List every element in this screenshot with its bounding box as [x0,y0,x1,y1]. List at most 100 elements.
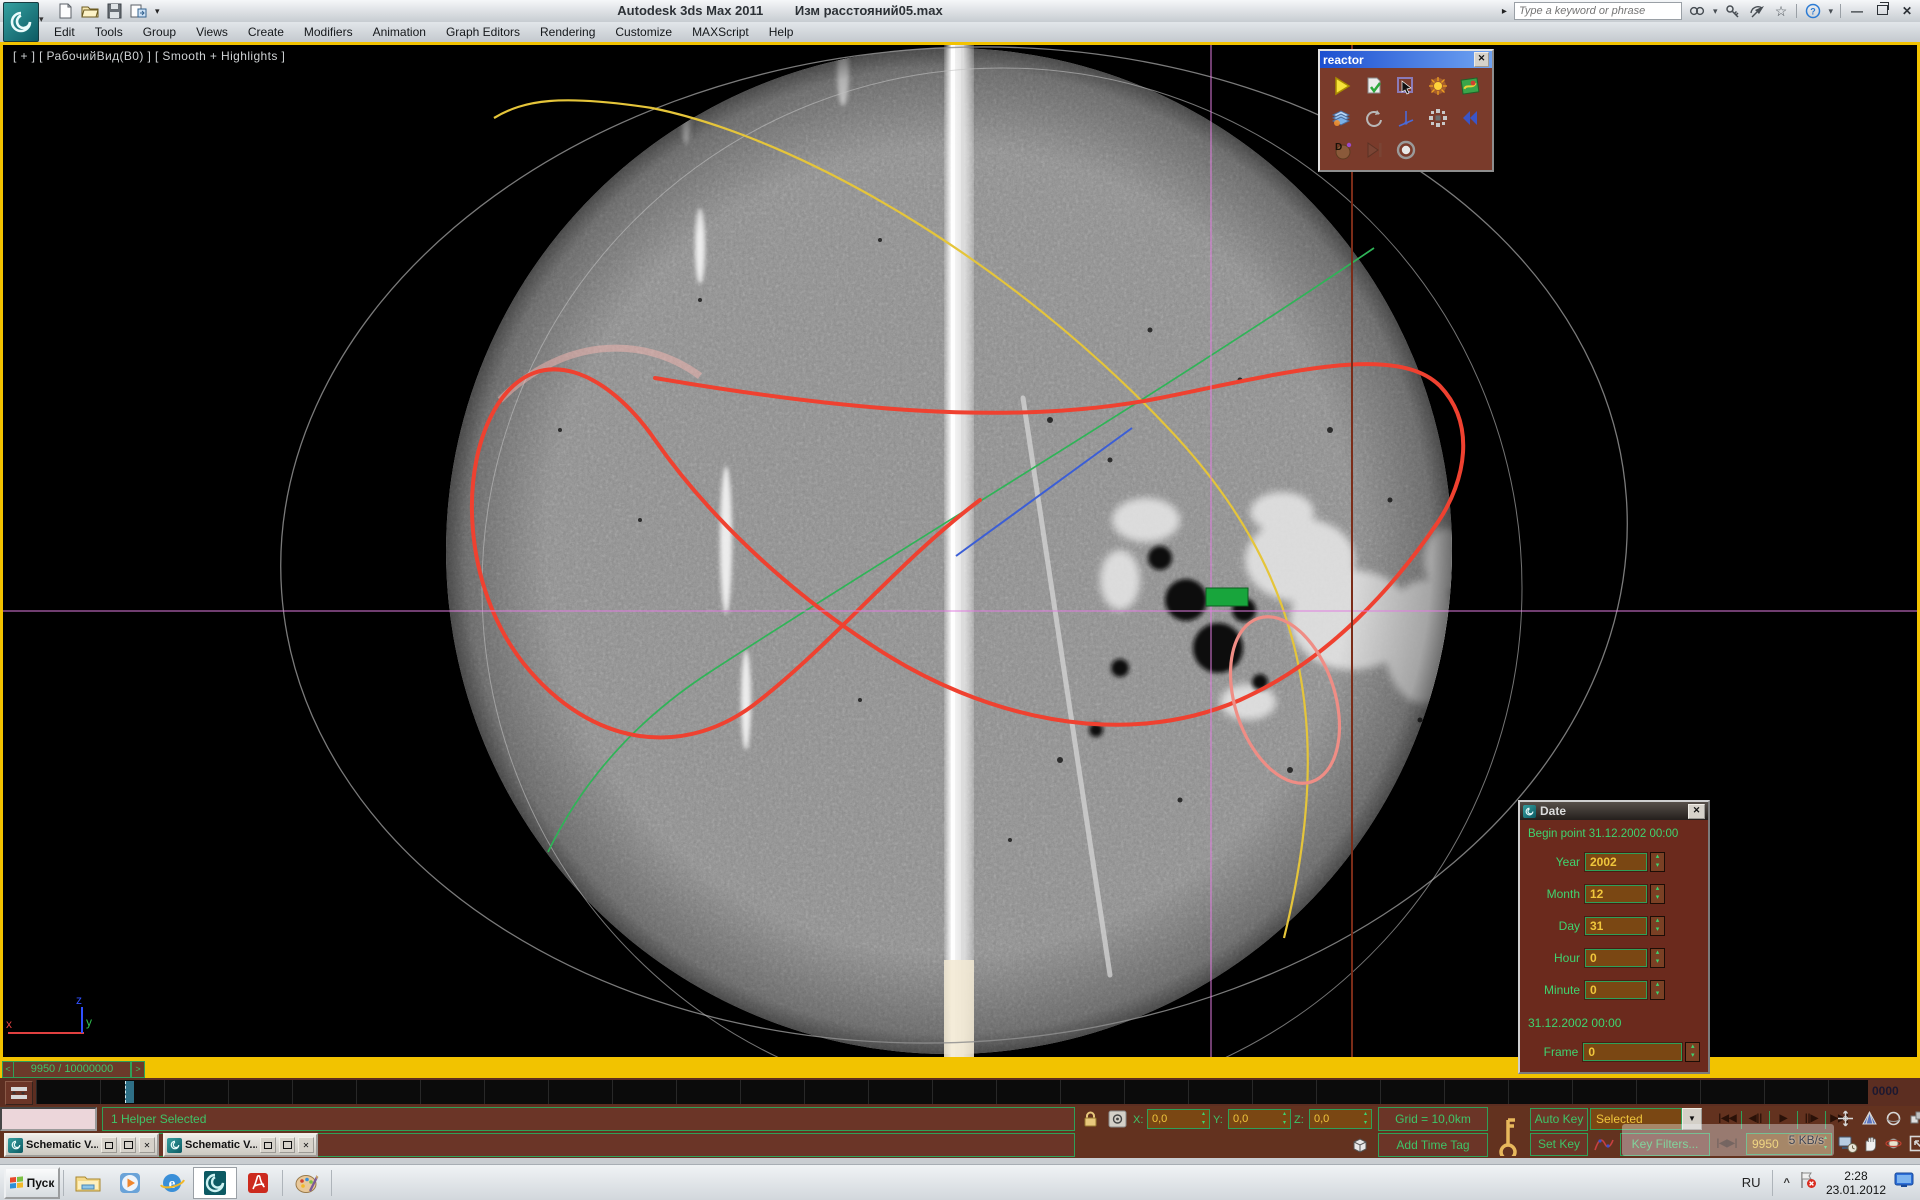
auto-key-button[interactable]: Auto Key [1530,1108,1588,1131]
set-keys-big-button[interactable] [1490,1108,1526,1156]
tray-expand-chevron[interactable]: ^ [1784,1177,1790,1189]
reactor-preview-play-icon[interactable] [1331,75,1353,97]
reactor-rotate-icon[interactable] [1363,107,1385,129]
zoom-extents-icon[interactable] [1908,1109,1920,1128]
frame-field[interactable]: 0 [1583,1043,1682,1061]
menu-animation[interactable]: Animation [363,22,436,42]
selected-helper-object[interactable] [1206,588,1248,606]
track-bar-key-marker[interactable] [125,1081,134,1103]
import-icon[interactable] [130,3,147,19]
explorer-taskbar-icon[interactable] [67,1168,109,1198]
time-configuration-icon[interactable] [1838,1135,1858,1159]
favorites-star-icon[interactable]: ☆ [1772,3,1789,19]
search-input[interactable] [1514,2,1682,20]
minute-field[interactable]: 0 [1585,981,1647,999]
x-spinner[interactable]: ▴▾ [1198,1110,1209,1128]
search-flyout-icon[interactable]: ▸ [1502,6,1507,17]
help-dropdown-icon[interactable]: ▾ [1828,6,1833,17]
month-field[interactable]: 12 [1585,885,1647,903]
frame-spinner[interactable]: ▴▾ [1685,1042,1700,1062]
date-dialog-close-icon[interactable]: ✕ [1688,804,1705,819]
qat-dropdown-icon[interactable]: ▾ [155,6,160,17]
date-dialog-titlebar[interactable]: Date ✕ [1520,802,1708,820]
menu-group[interactable]: Group [133,22,186,42]
reactor-sun-icon[interactable] [1427,75,1449,97]
year-spinner[interactable]: ▴▾ [1650,852,1665,872]
viewport-label[interactable]: [ + ] [ РабочийВид(B0) ] [ Smooth + High… [13,49,285,63]
mini-curve-editor-button[interactable] [5,1081,33,1105]
menu-rendering[interactable]: Rendering [530,22,605,42]
menu-tools[interactable]: Tools [85,22,133,42]
minimize-button[interactable]: — [1848,4,1866,18]
dolly-icon[interactable] [1836,1109,1855,1128]
pan-hand-icon[interactable] [1860,1134,1879,1153]
restore-button[interactable] [1873,4,1891,18]
menu-customize[interactable]: Customize [605,22,682,42]
close-button[interactable]: ✕ [1898,4,1916,18]
reactor-select-icon[interactable] [1395,75,1417,97]
reactor-close-icon[interactable]: ✕ [1474,52,1489,67]
arc-rotate-icon[interactable] [1884,1109,1903,1128]
absolute-mode-icon[interactable] [1108,1110,1127,1133]
restore-icon[interactable] [101,1137,117,1153]
maximize-icon[interactable] [120,1137,136,1153]
reactor-toolbar[interactable]: reactor ✕ D [1318,49,1494,172]
menu-views[interactable]: Views [186,22,238,42]
menu-create[interactable]: Create [238,22,294,42]
media-player-taskbar-icon[interactable] [109,1168,151,1198]
maximize-viewport-icon[interactable] [1908,1134,1920,1153]
subscription-key-icon[interactable] [1724,3,1741,19]
x-coord-field[interactable]: 0,0 ▴▾ [1147,1109,1210,1129]
reactor-layers-icon[interactable] [1331,107,1353,129]
field-of-view-icon[interactable] [1860,1109,1879,1128]
schematic-view-window-2[interactable]: Schematic V... ✕ [163,1133,318,1157]
menu-graph-editors[interactable]: Graph Editors [436,22,530,42]
set-key-button[interactable]: Set Key [1530,1133,1588,1156]
reactor-texture-icon[interactable] [1459,75,1481,97]
adobe-reader-taskbar-icon[interactable] [237,1168,279,1198]
new-scene-icon[interactable] [58,3,73,19]
close-icon[interactable]: ✕ [139,1137,155,1153]
hour-spinner[interactable]: ▴▾ [1650,948,1665,968]
selection-lock-icon[interactable] [1082,1110,1099,1133]
tray-clock[interactable]: 2:28 23.01.2012 [1826,1169,1886,1197]
hour-field[interactable]: 0 [1585,949,1647,967]
search-dropdown-icon[interactable]: ▾ [1713,6,1718,17]
menu-modifiers[interactable]: Modifiers [294,22,363,42]
save-file-icon[interactable] [107,3,122,19]
help-icon[interactable]: ? [1804,3,1821,19]
time-slider-handle[interactable]: 9950 / 10000000 [13,1061,131,1078]
orbit-icon[interactable] [1884,1134,1903,1153]
menu-help[interactable]: Help [759,22,804,42]
y-coord-field[interactable]: 0,0 ▴▾ [1228,1109,1291,1129]
close-icon[interactable]: ✕ [298,1137,314,1153]
language-indicator[interactable]: RU [1742,1175,1761,1190]
date-dialog[interactable]: Date ✕ Begin point 31.12.2002 00:00 Year… [1518,800,1710,1074]
reactor-dynamics-icon[interactable]: D [1331,139,1353,161]
y-spinner[interactable]: ▴▾ [1279,1110,1290,1128]
month-spinner[interactable]: ▴▾ [1650,884,1665,904]
z-coord-field[interactable]: 0,0 ▴▾ [1309,1109,1372,1129]
menu-maxscript[interactable]: MAXScript [682,22,759,42]
restore-icon[interactable] [260,1137,276,1153]
day-field[interactable]: 31 [1585,917,1647,935]
add-time-tag-button[interactable]: Add Time Tag [1378,1133,1488,1157]
tray-display-icon[interactable] [1894,1171,1914,1194]
z-spinner[interactable]: ▴▾ [1360,1110,1371,1128]
time-slider-next-button[interactable]: > [131,1061,145,1078]
day-spinner[interactable]: ▴▾ [1650,916,1665,936]
max-taskbar-icon[interactable] [193,1167,237,1199]
reactor-analyze-world-icon[interactable] [1363,75,1385,97]
track-bar-frames[interactable] [36,1080,1868,1104]
menu-edit[interactable]: Edit [44,22,85,42]
minute-spinner[interactable]: ▴▾ [1650,980,1665,1000]
reactor-tripod-icon[interactable] [1395,107,1417,129]
internet-explorer-taskbar-icon[interactable]: e [151,1168,193,1198]
maximize-icon[interactable] [279,1137,295,1153]
open-file-icon[interactable] [81,3,99,19]
schematic-view-window-1[interactable]: Schematic V... ✕ [4,1133,159,1157]
action-center-flag-icon[interactable] [1798,1170,1818,1195]
reactor-titlebar[interactable]: reactor ✕ [1320,51,1492,68]
search-icon[interactable] [1689,3,1706,19]
app-logo-button[interactable] [3,2,39,42]
